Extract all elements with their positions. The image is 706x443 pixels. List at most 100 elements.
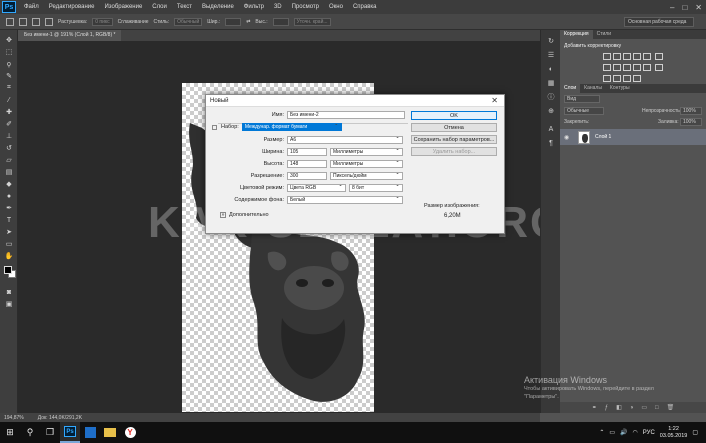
- info-icon[interactable]: ⓘ: [546, 94, 556, 102]
- posterize-icon[interactable]: [603, 75, 611, 82]
- brush-tool-icon[interactable]: ✐: [4, 120, 14, 128]
- blur-tool-icon[interactable]: ◆: [4, 180, 14, 188]
- properties-icon[interactable]: ☰: [546, 52, 556, 60]
- brightness-icon[interactable]: [603, 53, 611, 60]
- channel-mixer-icon[interactable]: [633, 64, 641, 71]
- tab-adjustments[interactable]: Коррекция: [560, 30, 593, 39]
- name-input[interactable]: Без имени-2: [287, 111, 405, 119]
- crop-tool-icon[interactable]: ⌗: [4, 84, 14, 92]
- marquee-tool-icon[interactable]: ⬚: [4, 48, 14, 56]
- history-icon[interactable]: ↻: [546, 38, 556, 46]
- exposure-icon[interactable]: [633, 53, 641, 60]
- foreground-color-swatch[interactable]: [4, 266, 12, 274]
- bit-depth-select[interactable]: 8 бит: [349, 184, 403, 192]
- size-select[interactable]: A6: [287, 136, 403, 144]
- link-layers-icon[interactable]: ⚭: [592, 404, 597, 411]
- marquee-tool-icon[interactable]: [6, 17, 14, 26]
- menu-image[interactable]: Изображение: [99, 0, 147, 14]
- fx-icon[interactable]: ƒ: [605, 405, 608, 411]
- tray-wifi-icon[interactable]: ◠: [633, 429, 638, 436]
- type-tool-icon[interactable]: T: [4, 216, 14, 224]
- document-tab[interactable]: Без имени-1 @ 191% (Слой 1, RGB/8) *: [18, 30, 122, 41]
- gradient-tool-icon[interactable]: ▤: [4, 168, 14, 176]
- cancel-button[interactable]: Отмена: [411, 123, 497, 132]
- close-button[interactable]: ✕: [695, 3, 702, 12]
- notifications-icon[interactable]: ▢: [692, 429, 698, 436]
- style-select[interactable]: Обычный: [174, 17, 203, 26]
- language-indicator[interactable]: РУС: [643, 430, 655, 436]
- history-brush-icon[interactable]: ↺: [4, 144, 14, 152]
- dodge-tool-icon[interactable]: ●: [4, 192, 14, 200]
- feather-input[interactable]: 0 пикс: [92, 17, 113, 26]
- color-icon[interactable]: ◐: [546, 66, 556, 74]
- tab-paths[interactable]: Контуры: [606, 84, 634, 93]
- refine-edge-button[interactable]: Уточн. край...: [293, 17, 331, 26]
- color-lookup-icon[interactable]: [643, 64, 651, 71]
- menu-3d[interactable]: 3D: [269, 0, 287, 14]
- tray-up-arrow-icon[interactable]: ⌃: [599, 429, 604, 436]
- menu-select[interactable]: Выделение: [197, 0, 239, 14]
- curves-icon[interactable]: [623, 53, 631, 60]
- advanced-expand-icon[interactable]: »: [220, 212, 226, 218]
- fill-input[interactable]: 100%: [680, 118, 702, 126]
- navigator-icon[interactable]: ⊕: [546, 108, 556, 116]
- invert-icon[interactable]: [654, 64, 663, 71]
- resolution-unit-select[interactable]: Пиксель/дюйм: [330, 172, 403, 180]
- taskbar-photoshop[interactable]: Ps: [60, 422, 80, 443]
- quick-select-tool-icon[interactable]: ✎: [4, 72, 14, 80]
- antialias-checkbox[interactable]: Сглаживание: [118, 19, 149, 25]
- menu-layers[interactable]: Слои: [147, 0, 172, 14]
- tray-volume-icon[interactable]: 🔊: [620, 429, 627, 436]
- clock[interactable]: 1:22 03.05.2019: [660, 426, 688, 440]
- start-button[interactable]: ⊞: [0, 422, 20, 443]
- trash-icon[interactable]: 🗑: [667, 404, 675, 411]
- gradient-map-icon[interactable]: [623, 75, 631, 82]
- lasso-tool-icon[interactable]: ϙ: [4, 60, 14, 68]
- hue-sat-icon[interactable]: [654, 53, 663, 60]
- zoom-level[interactable]: 194,87%: [0, 415, 24, 421]
- save-preset-button[interactable]: Сохранить набор параметров...: [411, 135, 497, 144]
- layer-name[interactable]: Слой 1: [595, 134, 611, 140]
- black-white-icon[interactable]: [613, 64, 621, 71]
- path-select-tool-icon[interactable]: ➤: [4, 228, 14, 236]
- quick-mask-icon[interactable]: ◙: [4, 288, 14, 296]
- task-view-icon[interactable]: ❐: [40, 422, 60, 443]
- move-tool-icon[interactable]: ✥: [4, 36, 14, 44]
- mask-icon[interactable]: ◧: [616, 404, 622, 411]
- background-select[interactable]: Белый: [287, 196, 403, 204]
- tab-channels[interactable]: Каналы: [580, 84, 606, 93]
- menu-view[interactable]: Просмотр: [287, 0, 324, 14]
- advanced-label[interactable]: Дополнительно: [229, 212, 269, 218]
- menu-help[interactable]: Справка: [348, 0, 382, 14]
- maximize-button[interactable]: □: [682, 3, 687, 12]
- menu-filter[interactable]: Фильтр: [239, 0, 269, 14]
- stamp-tool-icon[interactable]: ⊥: [4, 132, 14, 140]
- healing-tool-icon[interactable]: ✚: [4, 108, 14, 116]
- width-input[interactable]: [225, 17, 242, 26]
- blend-mode-select[interactable]: Обычные: [564, 107, 604, 115]
- eyedropper-tool-icon[interactable]: ⁄: [4, 96, 14, 104]
- layer-row[interactable]: ◉ Слой 1: [560, 129, 706, 145]
- hand-tool-icon[interactable]: ✋: [4, 252, 14, 260]
- threshold-icon[interactable]: [613, 75, 621, 82]
- pen-tool-icon[interactable]: ✒: [4, 204, 14, 212]
- vibrance-icon[interactable]: [643, 53, 651, 60]
- eraser-tool-icon[interactable]: ▱: [4, 156, 14, 164]
- menu-file[interactable]: Файл: [19, 0, 44, 14]
- selective-color-icon[interactable]: [633, 75, 641, 82]
- delete-preset-button[interactable]: Удалить набор...: [411, 147, 497, 156]
- resolution-input[interactable]: 300: [287, 172, 327, 180]
- width-input[interactable]: 105: [287, 148, 327, 156]
- dialog-close-icon[interactable]: ✕: [491, 96, 498, 105]
- new-selection-icon[interactable]: [19, 17, 27, 26]
- preset-select[interactable]: Междунар. формат бумаги: [241, 123, 342, 131]
- minimize-button[interactable]: –: [670, 3, 674, 12]
- height-input[interactable]: [272, 17, 289, 26]
- visibility-eye-icon[interactable]: ◉: [564, 134, 572, 141]
- add-selection-icon[interactable]: [32, 17, 40, 26]
- yandex-browser-icon[interactable]: Y: [120, 422, 140, 443]
- tab-styles[interactable]: Стили: [593, 30, 615, 39]
- taskbar-app-blue-icon[interactable]: [80, 422, 100, 443]
- tray-network-icon[interactable]: ▭: [609, 429, 615, 436]
- tab-layers[interactable]: Слои: [560, 84, 581, 93]
